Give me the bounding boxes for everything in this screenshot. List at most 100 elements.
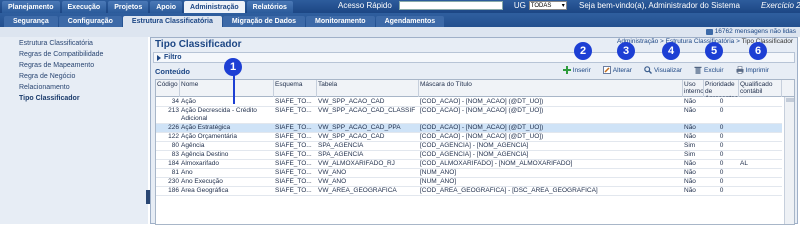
table-cell: 34: [171, 98, 179, 105]
table-cell: VW_SPP_ACAO_CAD: [318, 133, 385, 140]
edit-label: Alterar: [612, 66, 632, 74]
nav-regras-de-mapeamento[interactable]: Regras de Mapeamento: [19, 62, 94, 69]
table-cell: 230: [168, 178, 179, 185]
chevron-down-icon: ▾: [561, 3, 565, 9]
ug-select[interactable]: TODAS ▾: [528, 1, 567, 10]
table-row[interactable]: 226 Ação Estratégica SIAFE_TO... VW_SPP_ACA…: [156, 124, 782, 133]
left-navigation: Estrutura Classificatória Regras de Comp…: [0, 37, 148, 224]
table-cell: [COD_ACAO] - [NOM_ACAO] (@DT_UO]): [420, 98, 544, 105]
table-cell: 184: [168, 160, 179, 167]
exercise-year: Exercício 2018: [761, 1, 800, 10]
insert-button[interactable]: Inserir: [562, 66, 591, 74]
table-cell: 80: [171, 142, 179, 149]
table-row[interactable]: 213 Ação Decrescida - Crédito Adicional SI…: [156, 107, 782, 124]
table-row[interactable]: 184 Almoxarifado SIAFE_TO... VW_ALMOXARIFAD…: [156, 160, 782, 169]
welcome-text: Seja bem-vindo(a), Administrador do Sist…: [579, 1, 740, 10]
table-cell: 0: [719, 124, 724, 131]
nav-relacionamento[interactable]: Relacionamento: [19, 84, 70, 91]
table-cell: Ação Estratégica: [181, 124, 231, 131]
table-cell: Almoxarifado: [181, 160, 219, 167]
subtab-monitoramento[interactable]: Monitoramento: [306, 16, 375, 27]
col-header-mascara[interactable]: Máscara do Título: [419, 80, 683, 97]
subtab-migracao-de-dados[interactable]: Migração de Dados: [222, 16, 306, 27]
callout-1-pointer: [233, 74, 235, 104]
message-strip: 16762 mensagens não lidas: [0, 27, 800, 37]
edit-button[interactable]: Alterar: [602, 66, 632, 74]
callout-4: 4: [662, 42, 680, 60]
ug-select-value: TODAS: [530, 2, 552, 9]
table-cell: [COD_AREA_GEOGRAFICA] - [DSC_AREA_GEOGRA…: [420, 187, 598, 194]
filter-panel-header[interactable]: Filtro: [153, 52, 795, 63]
nav-regra-de-negocio[interactable]: Regra de Negócio: [19, 73, 75, 80]
scrollbar-thumb[interactable]: [786, 98, 794, 102]
subtab-estrutura-classificatoria[interactable]: Estrutura Classificatória: [122, 16, 222, 27]
table-row[interactable]: 230 Ano Execução SIAFE_TO... VW_ANO [NUM_ANO…: [156, 178, 782, 187]
subtab-seguranca[interactable]: Segurança: [4, 16, 58, 27]
tab-planejamento[interactable]: Planejamento: [2, 1, 60, 13]
table-header: Código Nome Esquema Tabela Máscara do Tí…: [156, 80, 794, 97]
table-cell: Ação Decrescida - Crédito Adicional: [181, 107, 257, 122]
print-label: Imprimir: [745, 66, 769, 74]
table-cell: Agência Destino: [181, 151, 229, 158]
breadcrumb-current: Tipo Classificador: [741, 38, 793, 45]
table-cell: 0: [719, 98, 724, 105]
filter-label: Filtro: [164, 54, 182, 61]
table-cell: [COD_ACAO] - [NOM_ACAO] (@DT_UO]): [420, 107, 544, 114]
action-toolbar: Inserir Alterar Visualizar Excluir Impri…: [562, 66, 769, 74]
callout-2: 2: [574, 42, 592, 60]
table-cell: VW_ANO: [318, 169, 347, 176]
printer-icon: [736, 66, 744, 74]
print-button[interactable]: Imprimir: [736, 66, 769, 74]
col-header-uso-interno[interactable]: Uso interno: [683, 80, 704, 97]
tab-apoio[interactable]: Apoio: [150, 1, 183, 13]
col-header-prioridade[interactable]: Prioridade de Apresentação: [704, 80, 739, 97]
breadcrumb-path[interactable]: Administração > Estrutura Classificatóri…: [617, 38, 740, 45]
callout-3: 3: [617, 42, 635, 60]
col-header-qualificado[interactable]: Qualificado contábil: [739, 80, 782, 97]
subtab-agendamentos[interactable]: Agendamentos: [375, 16, 445, 27]
expand-arrow-icon: [157, 54, 161, 61]
main-panel: Tipo Classificador Administração > Estru…: [150, 37, 798, 225]
table-cell: SIAFE_TO...: [275, 151, 312, 158]
delete-button[interactable]: Excluir: [694, 66, 724, 74]
table-row[interactable]: 34 Ação SIAFE_TO... VW_SPP_ACAO_CAD [COD_ACA…: [156, 98, 782, 107]
subtab-configuracao[interactable]: Configuração: [58, 16, 122, 27]
table-cell: 0: [719, 160, 724, 167]
table-cell: SPA_AGENCIA: [318, 151, 364, 158]
quick-access-input[interactable]: [398, 1, 503, 10]
unread-messages-link[interactable]: 16762 mensagens não lidas: [705, 28, 796, 35]
table-cell: [COD_AGENCIA] - [NOM_AGENCIA]: [420, 151, 529, 158]
magnifier-icon: [644, 66, 652, 74]
tab-projetos[interactable]: Projetos: [108, 1, 149, 13]
table-row[interactable]: 81 Ano SIAFE_TO... VW_ANO [NUM_ANO] Não 0: [156, 169, 782, 178]
nav-tipo-classificador[interactable]: Tipo Classificador: [19, 95, 80, 102]
col-header-tabela[interactable]: Tabela: [317, 80, 419, 97]
col-header-codigo[interactable]: Código: [156, 80, 180, 97]
content-label: Conteúdo: [155, 67, 190, 76]
callout-6: 6: [749, 42, 767, 60]
table-cell: VW_ANO: [318, 178, 347, 185]
col-header-nome[interactable]: Nome: [180, 80, 274, 97]
table-cell: 0: [719, 151, 724, 158]
tab-execucao[interactable]: Execução: [61, 1, 107, 13]
table-cell: 81: [171, 169, 179, 176]
tab-relatorios[interactable]: Relatórios: [246, 1, 293, 13]
nav-estrutura-classificatoria[interactable]: Estrutura Classificatória: [19, 40, 93, 47]
table-cell: VW_ALMOXARIFADO_RJ: [318, 160, 395, 167]
col-header-esquema[interactable]: Esquema: [274, 80, 317, 97]
table-row[interactable]: 80 Agência SIAFE_TO... SPA_AGENCIA [COD_AGEN…: [156, 142, 782, 151]
table-cell: Não: [684, 124, 696, 131]
table-row[interactable]: 83 Agência Destino SIAFE_TO... SPA_AGENCIA […: [156, 151, 782, 160]
table-cell: 0: [719, 187, 724, 194]
table-cell: SIAFE_TO...: [275, 169, 312, 176]
view-button[interactable]: Visualizar: [644, 66, 682, 74]
table-cell: AL: [740, 160, 748, 167]
tab-administracao[interactable]: Administração: [184, 1, 245, 13]
table-row[interactable]: 186 Área Geográfica SIAFE_TO... VW_AREA_GEO…: [156, 187, 782, 196]
table-row[interactable]: 122 Ação Orçamentária SIAFE_TO... VW_SPP_AC…: [156, 133, 782, 142]
vertical-scrollbar[interactable]: [784, 97, 794, 224]
table-cell: SIAFE_TO...: [275, 160, 312, 167]
table-cell: Não: [684, 160, 696, 167]
nav-regras-de-compatibilidade[interactable]: Regras de Compatibilidade: [19, 51, 103, 58]
table-cell: [COD_ALMOXARIFADO] - [NOM_ALMOXARIFADO]: [420, 160, 573, 167]
